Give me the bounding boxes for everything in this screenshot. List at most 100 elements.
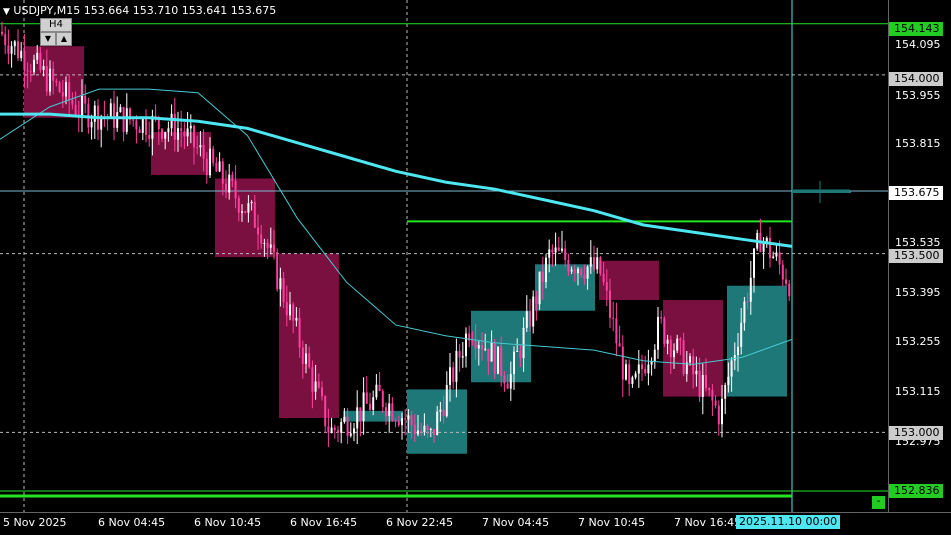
candlestick-chart[interactable] bbox=[0, 0, 888, 512]
candle-body bbox=[426, 425, 429, 431]
candle-body bbox=[55, 80, 58, 83]
candle-body bbox=[666, 339, 669, 344]
candle-body bbox=[391, 403, 394, 421]
candle-body bbox=[609, 290, 611, 318]
candle-body bbox=[781, 264, 784, 280]
candle-body bbox=[119, 107, 122, 113]
candle-body bbox=[705, 374, 707, 388]
candle-body bbox=[599, 257, 602, 274]
candle-body bbox=[740, 322, 743, 347]
candle-body bbox=[4, 34, 7, 46]
candle-body bbox=[647, 364, 650, 374]
chart-menu-icon[interactable]: ▼ bbox=[3, 7, 10, 17]
candle-body bbox=[359, 407, 362, 422]
candle-body bbox=[333, 427, 336, 431]
price-tick: 153.955 bbox=[895, 89, 941, 102]
candle-body bbox=[522, 327, 525, 359]
candle-body bbox=[330, 427, 333, 433]
candle-body bbox=[189, 125, 192, 129]
candle-body bbox=[682, 340, 685, 375]
candle-body bbox=[317, 381, 320, 388]
candle-body bbox=[212, 148, 215, 163]
candle-body bbox=[327, 426, 330, 433]
minus-button[interactable]: - bbox=[872, 496, 885, 509]
time-tick: 6 Nov 16:45 bbox=[290, 516, 358, 529]
candle-body bbox=[39, 52, 42, 71]
candle-body bbox=[20, 50, 23, 59]
candle-body bbox=[449, 367, 451, 385]
candle-body bbox=[669, 339, 672, 358]
candle-body bbox=[506, 383, 509, 389]
candle-body bbox=[545, 257, 547, 283]
candle-body bbox=[186, 128, 189, 137]
candle-body bbox=[769, 237, 771, 258]
candle-body bbox=[541, 271, 544, 283]
time-tick: 6 Nov 22:45 bbox=[386, 516, 454, 529]
candle-body bbox=[173, 113, 176, 140]
candle-body bbox=[362, 392, 365, 422]
candle-body bbox=[641, 364, 643, 369]
candle-body bbox=[413, 424, 416, 435]
candle-body bbox=[58, 82, 61, 93]
candle-body bbox=[516, 350, 519, 352]
candle-body bbox=[228, 174, 231, 193]
candle-body bbox=[605, 282, 608, 291]
candle-body bbox=[570, 269, 573, 272]
candle-body bbox=[231, 174, 234, 182]
price-tick: 153.115 bbox=[895, 385, 941, 398]
candle-body bbox=[612, 317, 615, 319]
candle-body bbox=[378, 384, 381, 392]
candle-body bbox=[583, 275, 586, 279]
candle-body bbox=[708, 387, 711, 391]
candle-body bbox=[145, 117, 147, 135]
timeframe-button[interactable]: H4 bbox=[40, 18, 72, 32]
candle-body bbox=[141, 117, 144, 133]
nav-down-icon[interactable]: ▼ bbox=[40, 32, 56, 46]
candle-body bbox=[525, 311, 528, 328]
candle-body bbox=[772, 256, 775, 258]
candle-body bbox=[343, 416, 346, 423]
price-tick: 153.535 bbox=[895, 236, 941, 249]
candle-body bbox=[225, 183, 227, 193]
candle-body bbox=[621, 346, 624, 380]
candle-body bbox=[170, 113, 173, 129]
candle-body bbox=[497, 346, 499, 374]
candle-body bbox=[698, 370, 701, 397]
candle-body bbox=[788, 283, 791, 297]
candle-body bbox=[375, 384, 378, 398]
candle-body bbox=[17, 41, 19, 59]
candle-body bbox=[218, 161, 221, 172]
candle-body bbox=[695, 370, 698, 375]
candle-body bbox=[74, 104, 77, 115]
candle-body bbox=[557, 247, 560, 251]
candle-body bbox=[292, 304, 295, 321]
candle-body bbox=[260, 234, 263, 244]
candle-body bbox=[484, 348, 487, 350]
candle-body bbox=[452, 367, 455, 382]
price-axis[interactable]: 154.095 153.955 153.815 153.535 153.395 … bbox=[888, 0, 951, 512]
price-tick: 153.255 bbox=[895, 335, 941, 348]
candle-body bbox=[458, 350, 461, 358]
time-axis[interactable]: 5 Nov 2025 6 Nov 04:45 6 Nov 10:45 6 Nov… bbox=[0, 512, 951, 535]
candle-body bbox=[701, 374, 704, 397]
candle-body bbox=[308, 353, 311, 368]
candle-body bbox=[202, 144, 205, 159]
candle-body bbox=[394, 420, 397, 422]
time-cursor-label: 2025.11.10 00:00 bbox=[736, 515, 841, 529]
candle-body bbox=[33, 59, 35, 73]
candle-body bbox=[132, 119, 135, 121]
candle-body bbox=[273, 244, 275, 253]
candle-body bbox=[340, 422, 343, 433]
candle-body bbox=[372, 397, 375, 410]
candle-body bbox=[500, 346, 503, 376]
candle-body bbox=[423, 425, 426, 433]
candle-body bbox=[401, 418, 403, 426]
candle-body bbox=[410, 415, 413, 425]
candle-body bbox=[561, 248, 563, 251]
candle-body bbox=[84, 95, 87, 104]
nav-up-icon[interactable]: ▲ bbox=[56, 32, 72, 46]
candle-body bbox=[477, 344, 480, 349]
candle-body bbox=[439, 409, 442, 412]
chart-area[interactable]: ▼ USDJPY,M15 153.664 153.710 153.641 153… bbox=[0, 0, 888, 512]
ma-slow-line bbox=[0, 112, 793, 248]
